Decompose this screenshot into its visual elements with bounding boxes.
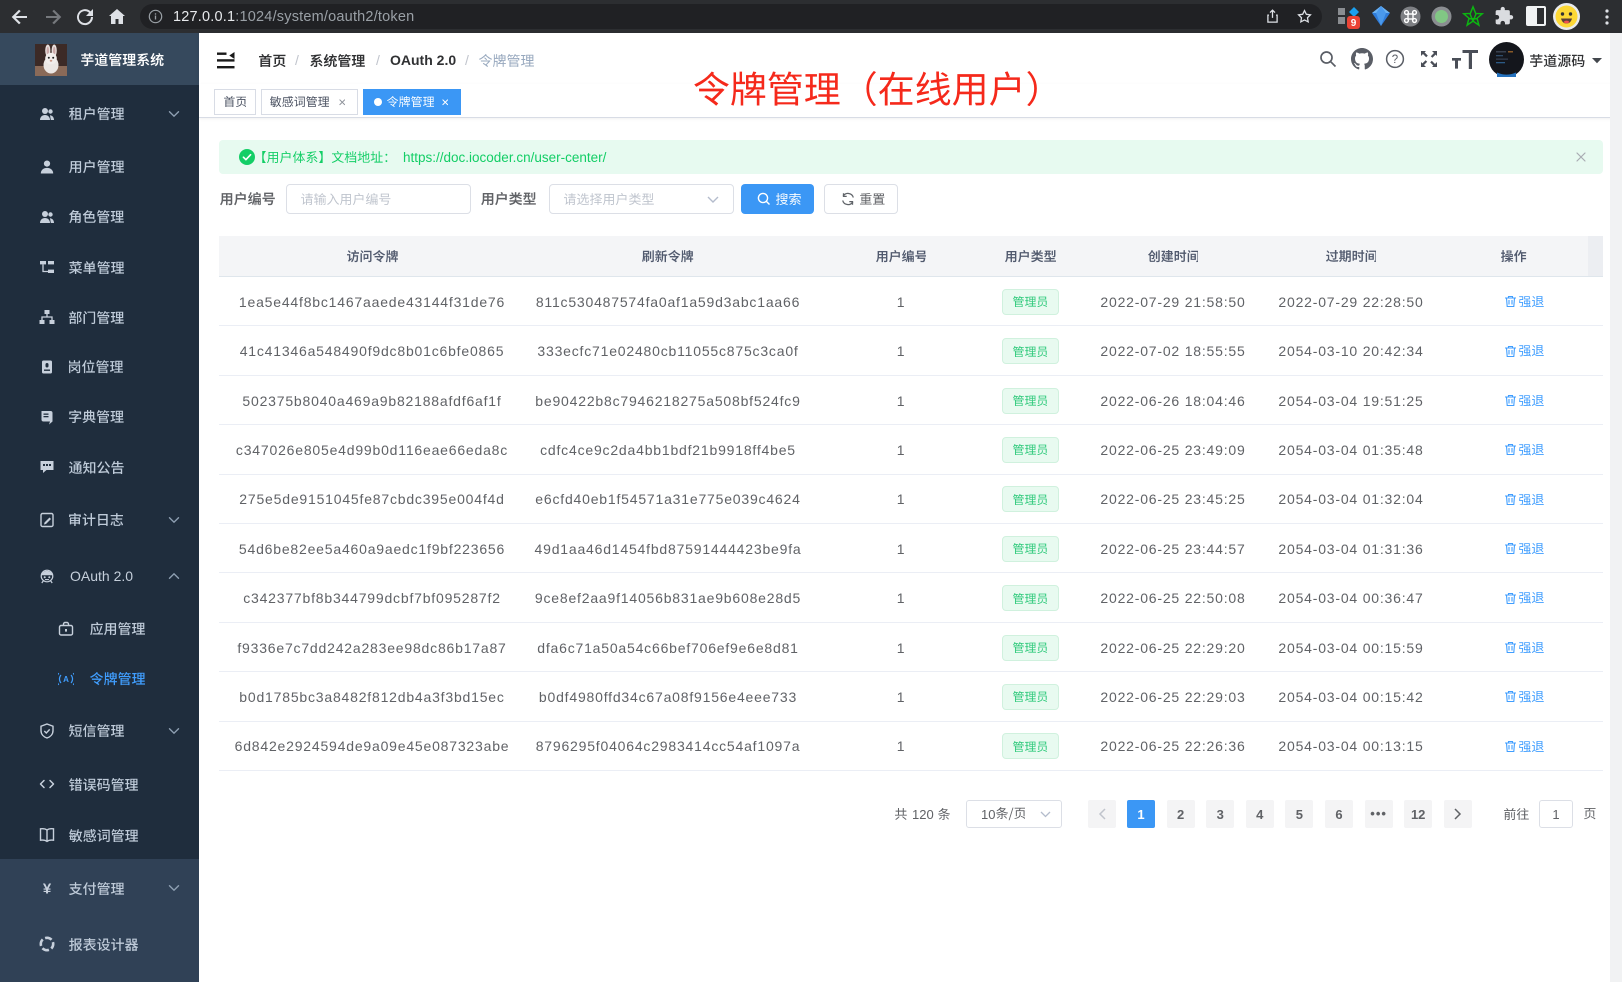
svg-text:A: A: [63, 675, 69, 684]
svg-text:9: 9: [1351, 18, 1357, 29]
svg-text:¥: ¥: [42, 881, 51, 897]
svg-text:?: ?: [1392, 54, 1398, 66]
